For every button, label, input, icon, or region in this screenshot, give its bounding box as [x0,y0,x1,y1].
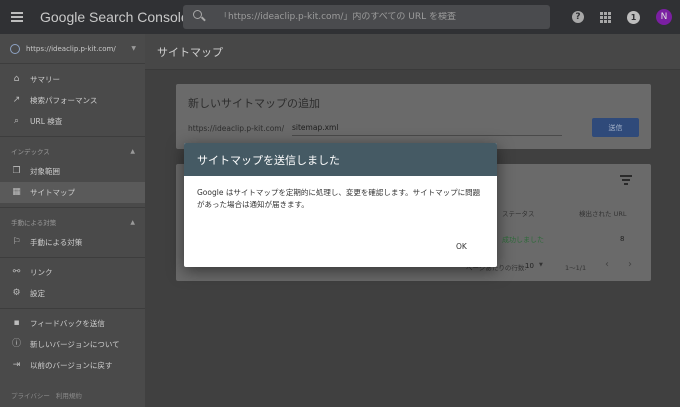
section-label: インデックス [11,148,50,156]
divider [0,207,145,208]
page-title: サイトマップ [157,45,223,59]
exit-icon: ⇥ [12,360,21,370]
home-icon: ⌂ [13,74,20,84]
card-title: 新しいサイトマップの追加 [188,97,320,110]
sidebar-item-label: 検索パフォーマンス [30,96,98,105]
sidebar-item-label: URL 検査 [30,117,63,126]
sidebar-item-old-version[interactable]: ⇥ 以前のバージョンに戻す [0,355,145,376]
feedback-icon: ▪ [13,318,20,328]
sidebar-item-label: 以前のバージョンに戻す [30,361,113,370]
terms-link[interactable]: 利用規約 [56,390,82,400]
chevron-down-icon: ▼ [131,45,136,52]
links-icon: ⚯ [12,267,21,277]
sidebar-item-label: 新しいバージョンについて [30,340,120,349]
sidebar-item-label: 設定 [30,289,45,298]
sidebar-item-feedback[interactable]: ▪ フィードバックを送信 [0,313,145,334]
rows-per-page-select[interactable]: 10 [525,262,534,270]
property-icon [10,43,20,54]
chevron-right-icon[interactable]: › [628,259,632,270]
property-label: https://ideaclip.p-kit.com/ [26,44,116,53]
search-input[interactable] [219,12,539,22]
dialog-title: サイトマップを送信しました [197,153,340,167]
sidebar-item-settings[interactable]: ⚙ 設定 [0,283,145,304]
column-header-status[interactable]: ステータス [502,208,535,218]
pagination-range: 1〜1/1 [565,264,587,272]
chevron-up-icon: ▲ [130,218,135,226]
help-icon[interactable]: ? [572,11,584,23]
trending-icon: ↗ [12,95,21,105]
apps-icon[interactable] [600,11,611,23]
page-header: サイトマップ [145,34,680,70]
sidebar-item-label: フィードバックを送信 [30,319,105,328]
search-bar[interactable] [183,5,550,29]
top-app-bar: Google Search Console ? 1 N [0,0,680,34]
privacy-link[interactable]: プライバシー [11,390,50,400]
sidebar-item-url-inspection[interactable]: ⌕ URL 検査 [0,111,145,132]
row-status: 成功しました [502,236,544,244]
top-actions: ? 1 N [572,0,672,34]
sitemap-submitted-dialog: サイトマップを送信しました Google はサイトマップを定期的に処理し、変更を… [184,143,497,267]
divider [0,136,145,137]
sidebar: https://ideaclip.p-kit.com/ ▼ ⌂ サマリー ↗ 検… [0,34,145,407]
flag-icon: ⚐ [12,237,21,247]
ok-button[interactable]: OK [456,242,467,251]
sidebar-item-label: リンク [30,268,53,277]
chevron-down-icon[interactable]: ▼ [539,262,543,268]
column-header-discovered-urls[interactable]: 検出された URL [579,208,626,218]
sidebar-item-sitemaps[interactable]: ▦ サイトマップ [0,182,145,203]
sidebar-item-manual-actions[interactable]: ⚐ 手動による対策 [0,232,145,253]
sidebar-item-label: 対象範囲 [30,167,60,176]
menu-icon[interactable] [0,0,34,34]
sidebar-item-summary[interactable]: ⌂ サマリー [0,69,145,90]
avatar[interactable]: N [656,9,672,25]
url-prefix: https://ideaclip.p-kit.com/ [188,124,285,133]
notifications-badge[interactable]: 1 [627,10,640,24]
settings-icon: ⚙ [12,288,21,298]
section-label: 手動による対策 [11,219,57,227]
sidebar-item-new-version[interactable]: ⓘ 新しいバージョンについて [0,334,145,355]
dialog-header: サイトマップを送信しました [184,143,497,176]
search-icon[interactable] [189,5,213,29]
sitemap-url-input[interactable] [292,120,562,136]
app-title[interactable]: Google Search Console [40,9,189,25]
chevron-up-icon: ▲ [130,147,135,155]
submit-button[interactable]: 送信 [592,118,639,137]
property-selector[interactable]: https://ideaclip.p-kit.com/ ▼ [0,34,145,64]
sidebar-item-coverage[interactable]: ❐ 対象範囲 [0,161,145,182]
info-icon: ⓘ [11,339,21,349]
filter-icon[interactable] [620,175,632,185]
sitemap-icon: ▦ [12,187,21,197]
sidebar-item-links[interactable]: ⚯ リンク [0,262,145,283]
sidebar-item-label: 手動による対策 [30,238,83,247]
sidebar-item-label: サマリー [30,75,60,84]
sidebar-item-label: サイトマップ [30,188,75,197]
section-index[interactable]: インデックス ▲ [0,141,145,161]
section-manual-actions[interactable]: 手動による対策 ▲ [0,212,145,232]
divider [0,257,145,258]
sidebar-footer: プライバシー 利用規約 [11,390,82,400]
chevron-left-icon[interactable]: ‹ [605,259,609,270]
divider [0,308,145,309]
add-sitemap-card: 新しいサイトマップの追加 https://ideaclip.p-kit.com/… [176,84,651,149]
file-copy-icon: ❐ [12,166,21,176]
sidebar-item-performance[interactable]: ↗ 検索パフォーマンス [0,90,145,111]
search-icon: ⌕ [13,116,20,126]
dialog-message: Google はサイトマップを定期的に処理し、変更を確認します。サイトマップに問… [197,188,481,209]
row-discovered-urls: 8 [620,235,625,243]
